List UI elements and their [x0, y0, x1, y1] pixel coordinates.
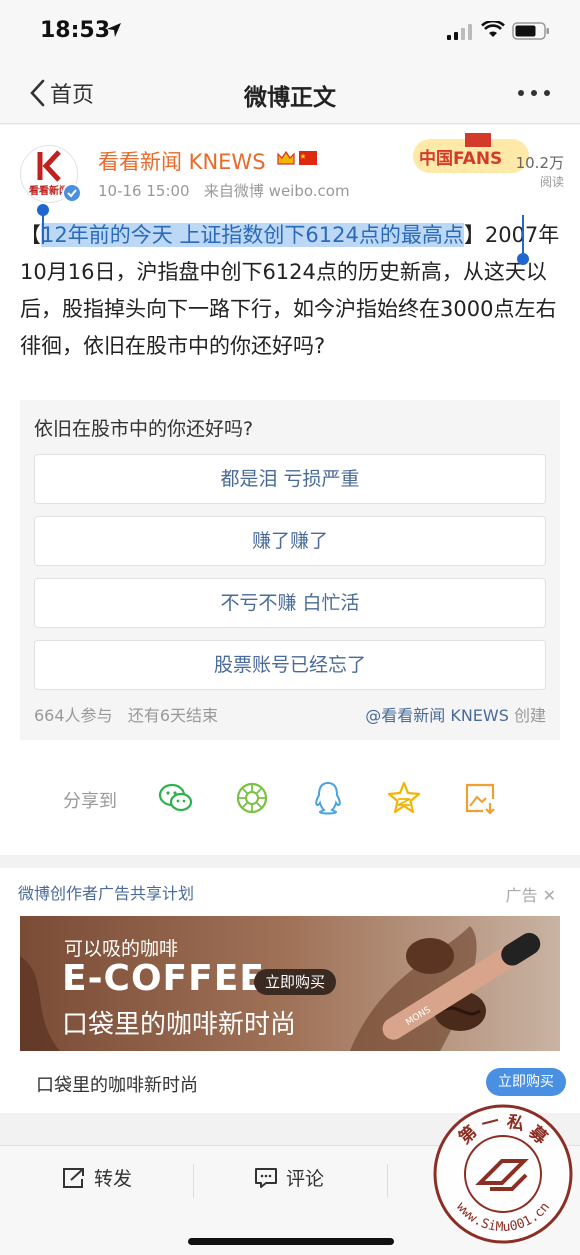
clock: 18:53	[40, 18, 111, 43]
ad-tag-label: 广告	[505, 886, 538, 905]
qq-icon[interactable]	[309, 779, 347, 817]
ad-card: 微博创作者广告共享计划 广告 ✕ MONS 可以吸的咖啡 E-COFFEE 立即…	[0, 868, 580, 1113]
poll-card: 依旧在股市中的你还好吗? 都是泪 亏损严重 赚了赚了 不亏不赚 白忙活 股票账号…	[20, 400, 560, 740]
selection-end-handle[interactable]	[516, 215, 530, 267]
ad-banner-line3: 口袋里的咖啡新时尚	[62, 1010, 297, 1040]
page-title: 微博正文	[244, 85, 336, 111]
china-fans-text: 中国FANS	[419, 148, 502, 169]
read-count: 10.2万 阅读	[516, 152, 564, 190]
nav-bar: 首页 微博正文	[0, 62, 580, 124]
save-image-icon[interactable]	[461, 779, 499, 817]
post-source: 来自微博 weibo.com	[203, 182, 350, 200]
poll-remaining: 还有6天结束	[127, 706, 218, 725]
moments-icon[interactable]	[233, 779, 271, 817]
close-icon: ✕	[542, 886, 556, 905]
repost-icon	[63, 1167, 84, 1188]
verified-badge-icon	[62, 183, 82, 203]
read-count-label: 阅读	[539, 175, 564, 189]
poll-question: 依旧在股市中的你还好吗?	[34, 418, 254, 440]
ad-close-button[interactable]: 广告 ✕	[505, 882, 556, 906]
comment-icon	[255, 1167, 277, 1188]
cellular-signal-icon	[447, 24, 472, 40]
post-card: 看看新闻 看看新闻 KNEWS 10-16 15:00 来自微博 weibo.c…	[0, 125, 580, 855]
poll-creator-link[interactable]: @看看新闻 KNEWS	[365, 706, 509, 725]
ad-caption: 口袋里的咖啡新时尚	[36, 1075, 198, 1096]
poll-created-label: 创建	[513, 706, 546, 725]
wifi-icon	[481, 21, 505, 37]
post-meta: 10-16 15:00 来自微博 weibo.com	[98, 180, 350, 201]
more-options-icon[interactable]	[518, 90, 550, 96]
ad-program-title[interactable]: 微博创作者广告共享计划	[18, 880, 194, 904]
location-arrow-icon	[107, 23, 121, 37]
crown-badge-icon	[277, 150, 295, 165]
share-row: 分享到	[0, 775, 580, 825]
simu-watermark-stamp: 第 一 私 募 www.SiMu001.cn	[433, 1104, 573, 1244]
comment-label: 评论	[286, 1168, 325, 1190]
toolbar-divider	[387, 1164, 388, 1198]
selected-headline[interactable]: 12年前的今天 上证指数创下6124点的最高点	[41, 223, 464, 247]
status-bar: 18:53	[0, 0, 580, 62]
post-timestamp: 10-16 15:00	[98, 182, 190, 200]
wechat-icon[interactable]	[157, 779, 195, 817]
comment-button[interactable]: 评论	[254, 1164, 324, 1191]
headline-close-bracket: 】	[463, 223, 485, 247]
toolbar-divider	[193, 1164, 194, 1198]
author-name[interactable]: 看看新闻 KNEWS	[98, 146, 266, 176]
ad-banner-brand: E-COFFEE	[62, 958, 265, 999]
ad-banner[interactable]: MONS 可以吸的咖啡 E-COFFEE 立即购买 口袋里的咖啡新时尚	[20, 916, 560, 1051]
knews-logo-icon	[37, 150, 61, 182]
share-label: 分享到	[63, 791, 117, 812]
poll-stats: 664人参与 还有6天结束	[34, 702, 218, 726]
ad-buy-button[interactable]: 立即购买	[486, 1068, 566, 1096]
post-body[interactable]: 【12年前的今天 上证指数创下6124点的最高点】2007年10月16日，沪指盘…	[20, 217, 560, 365]
poll-option[interactable]: 都是泪 亏损严重	[34, 454, 546, 504]
read-count-value: 10.2万	[515, 154, 564, 172]
poll-option[interactable]: 股票账号已经忘了	[34, 640, 546, 690]
home-indicator[interactable]	[188, 1238, 394, 1245]
author-badges	[276, 149, 318, 167]
repost-button[interactable]: 转发	[62, 1164, 132, 1191]
poll-option[interactable]: 不亏不赚 白忙活	[34, 578, 546, 628]
poll-option[interactable]: 赚了赚了	[34, 516, 546, 566]
china-flag-icon	[299, 151, 317, 165]
repost-label: 转发	[94, 1168, 133, 1190]
battery-icon	[512, 22, 549, 40]
ad-banner-line1: 可以吸的咖啡	[64, 938, 179, 960]
qzone-icon[interactable]	[385, 779, 423, 817]
poll-creator: @看看新闻 KNEWS 创建	[365, 702, 546, 726]
selection-start-handle[interactable]	[36, 203, 50, 245]
ad-banner-buy-button[interactable]: 立即购买	[254, 969, 336, 995]
poll-participants: 664人参与	[34, 706, 113, 725]
